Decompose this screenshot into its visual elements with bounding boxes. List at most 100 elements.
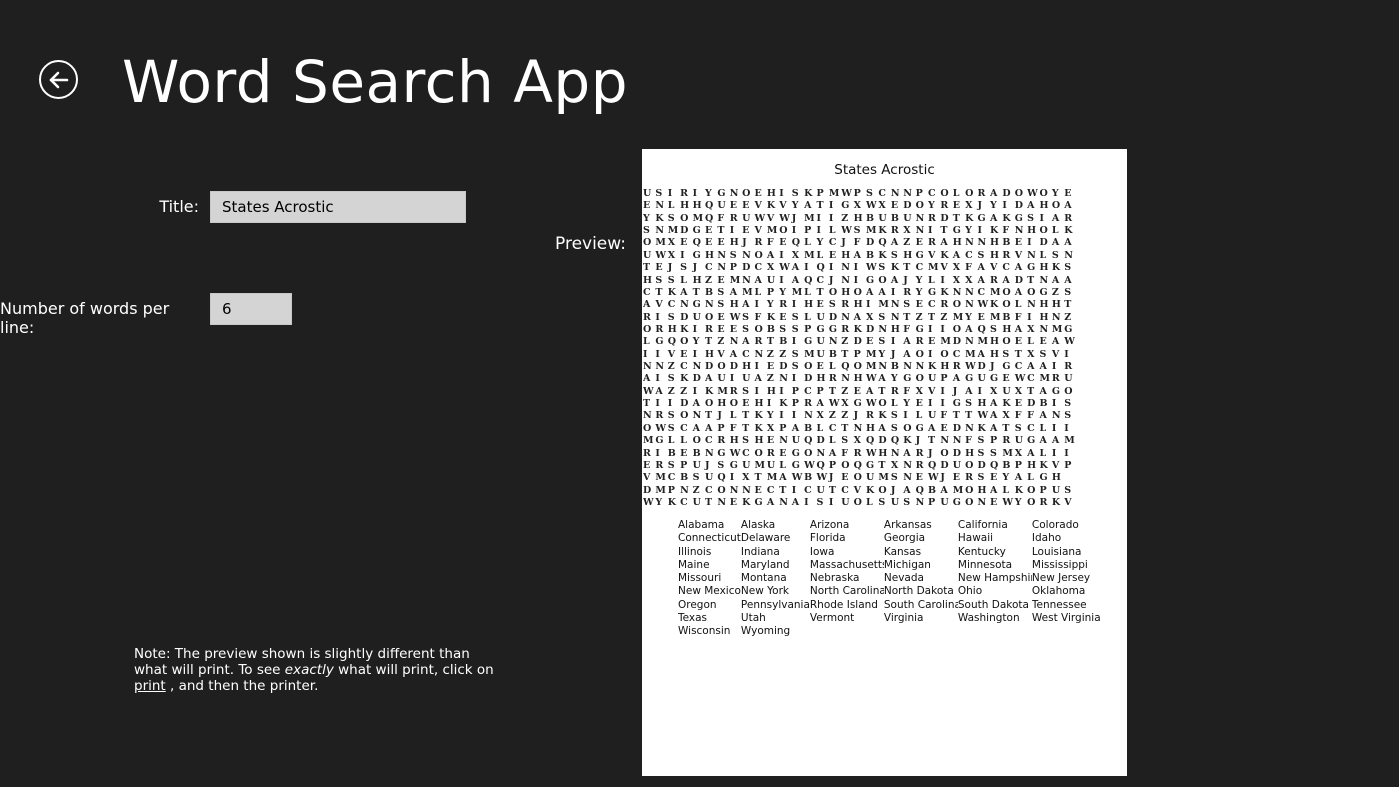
word-list-item: California (957, 519, 1008, 531)
word-list-item: Utah (740, 612, 766, 625)
title-input[interactable] (210, 191, 466, 223)
preview-label: Preview: (555, 234, 626, 254)
word-list-item: Nebraska (809, 572, 860, 585)
words-per-line-input[interactable] (210, 293, 292, 325)
preview-page: States Acrostic USIRIYGNOEHISKPMWPSCNNPC… (642, 149, 1127, 776)
grid-row: SNMDGETIEVMOIPILWSMKRXNITGYIKFNHOLK (643, 225, 1073, 237)
page-title: Word Search App (122, 48, 629, 116)
grid-row: RIBEBNGWCOREGONAFRWHNARJODHSSMXALII (643, 447, 1069, 459)
word-list-item: Maryland (740, 558, 790, 571)
word-list-row: Wisconsin Wyoming (678, 625, 1101, 638)
title-label: Title: (159, 197, 199, 216)
word-list-item: Vermont (809, 612, 855, 625)
word-list-item: Nevada (883, 572, 924, 585)
word-list-item: North Carolina (809, 585, 884, 598)
word-list-item: Massachusetts (809, 558, 884, 571)
word-list: Alabama Alaska Arizona Arkansas California Co… (678, 519, 1101, 639)
word-list-item (810, 625, 884, 638)
note-emphasis: exactly (284, 662, 334, 678)
word-list-item: Kentucky (957, 545, 1006, 558)
grid-row: YKSOMQFRUWVWJMIIZHBUBUNRDTKGAKGSIAR (643, 212, 1073, 224)
word-list-item: Connecticut (678, 532, 741, 545)
word-list-item: Delaware (740, 532, 791, 545)
word-list-item: Colorado (1031, 519, 1079, 531)
word-list-item: New York (740, 585, 789, 598)
word-list-item: Iowa (809, 545, 835, 558)
words-per-line-label: Number of words per line: (0, 299, 170, 337)
grid-row: NNZCNDODHIEDSOELQOMNBNNKHRWDJGCAAIR (643, 361, 1073, 373)
word-list-item: Oregon (678, 598, 717, 611)
word-list-item: Minnesota (957, 558, 1013, 571)
word-list-item: Maine (678, 558, 710, 571)
word-list-item: Florida (809, 532, 846, 545)
word-list-item: New Hampshire (957, 572, 1032, 585)
grid-row: AVCNGNSHAIYRIHESRHIMNSECRONWKOLNHHT (643, 299, 1072, 311)
word-list-row: New Mexico New York North Carolina North Da… (678, 585, 1101, 598)
word-list-item: Michigan (883, 558, 931, 571)
grid-row: VMCBSUQIXTMAWBWJEOUMSNEWJERSEYALGH (643, 472, 1061, 484)
grid-row: LGQOYTZNARTBIGUNZDESIAREMDNMHOELEAW (643, 336, 1076, 348)
word-list-item: Alaska (740, 519, 776, 531)
word-list-item: Texas (678, 612, 708, 625)
grid-row: OWSCAAPFTKXPABLCTNHASOGAEDNKATSCLII (643, 422, 1069, 434)
word-list-item: Wyoming (740, 625, 791, 638)
back-button[interactable] (39, 60, 78, 99)
grid-row: ERSPUJSGUMULGWQPOQGTXNRQDUODQBPHKVP (643, 459, 1072, 471)
word-list-item: Alabama (678, 519, 725, 531)
word-list-row: Missouri Montana Nebraska Nevada New Hampshi… (678, 572, 1101, 585)
grid-row: IIVEIHVACNZZSMUBTPMYJAOIOCMAHSTXSVI (643, 348, 1069, 360)
word-list-row: Connecticut Delaware Florida Georgia Hawaii I… (678, 532, 1101, 545)
grid-row: OMXEQEEHJRFEQLYCJFDQAZERAHNNHBEIDAA (643, 237, 1072, 249)
word-list-item: Oklahoma (1031, 585, 1086, 598)
word-list-item: Georgia (883, 532, 926, 545)
grid-row: UWXIGHNSNOAIXMLEHABKSHGVKACSHRVNLSN (643, 249, 1074, 261)
word-list-item: Pennsylvania (740, 598, 810, 611)
word-list-item: Mississippi (1031, 558, 1088, 571)
word-list-item: South Carolina (883, 598, 958, 611)
word-list-item: Wisconsin (678, 625, 731, 638)
back-arrow-icon (49, 71, 68, 88)
word-list-item: West Virginia (1031, 612, 1101, 625)
grid-row: ENLHHQUEEVKVYATIGXWXEDOYREXJYIDAHOA (643, 200, 1072, 212)
grid-row: TEJSJCNPDCXWAIQINIWSKTCMVXFAVCAGHKS (643, 262, 1072, 274)
word-list-item: Ohio (957, 585, 983, 598)
word-list-item: Washington (957, 612, 1020, 625)
word-list-item: Illinois (678, 545, 712, 558)
grid-row: WYKCUTNEKGANAISIUOLSUSNPUGONEWYORKV (643, 496, 1072, 508)
preview-title: States Acrostic (834, 162, 935, 178)
grid-row: HSSLHZEMNAUIAQCJNIGOAJYLIXXARADTNAA (643, 274, 1072, 286)
word-list-item: Kansas (883, 545, 922, 558)
word-list-row: Alabama Alaska Arizona Arkansas California Co… (678, 519, 1101, 532)
note-text-2: what will print, click on (333, 662, 494, 678)
word-list-item: Missouri (678, 572, 722, 585)
word-list-row: Maine Maryland Massachusetts Michigan Minnes… (678, 559, 1101, 572)
word-list-item: Idaho (1031, 532, 1062, 545)
word-list-item: South Dakota (957, 598, 1029, 611)
word-list-item (884, 625, 958, 638)
grid-row: CTKATBSAMLPYMLTOHOAAIRYGKNNCMOAOGZS (643, 286, 1072, 298)
word-list-item: Virginia (883, 612, 924, 625)
word-list-item: New Jersey (1031, 572, 1091, 585)
word-list-item: Louisiana (1031, 545, 1082, 558)
word-list-item: New Mexico (678, 585, 741, 598)
word-list-item: Montana (740, 572, 787, 585)
print-note: Note: The preview shown is slightly diff… (134, 646, 494, 694)
grid-row: AISKDAUIUAZNIDHRNHWAYGOUPAGUGEWCMRU (643, 373, 1073, 385)
letter-grid: USIRIYGNOEHISKPMWPSCNNPCOLORADOWOYEENLHH… (643, 188, 1127, 509)
word-list-item: North Dakota (883, 585, 954, 598)
word-list-item (958, 625, 1032, 638)
word-list-item: Arizona (809, 519, 850, 531)
print-link[interactable]: print (134, 678, 166, 694)
word-list-row: Texas Utah Vermont Virginia Washington West V… (678, 612, 1101, 625)
grid-row: TIIDAOHOEHIKPRAWXGWOLYEIIGSHAKEDBIS (643, 398, 1072, 410)
word-list-item: Hawaii (957, 532, 994, 545)
grid-row: NRSONTJLTKYIINXZZJRKSILUFTTWAXFFANS (643, 410, 1072, 422)
word-list-item: Tennessee (1031, 598, 1087, 611)
grid-row: USIRIYGNOEHISKPMWPSCNNPCOLORADOWOYE (643, 188, 1072, 199)
grid-row: RISDUOEWSFKESLUDNAXSNTZTZMYEMBFIHNZ (643, 311, 1072, 323)
grid-row: ORHKIREESOBSSPGGRKDNHFGIIOAQSHAXNMG (643, 323, 1073, 335)
note-text-3: , and then the printer. (165, 678, 319, 694)
word-list-row: Oregon Pennsylvania Rhode Island South Caro… (678, 599, 1101, 612)
grid-row: DMPNZCONNECTICUTCVKOJAQBAMOHALKOPUS (643, 484, 1072, 496)
grid-row: WAZZIKMRSIHIPCPTZEATRFXVIJAIXUXTAGO (643, 385, 1073, 397)
